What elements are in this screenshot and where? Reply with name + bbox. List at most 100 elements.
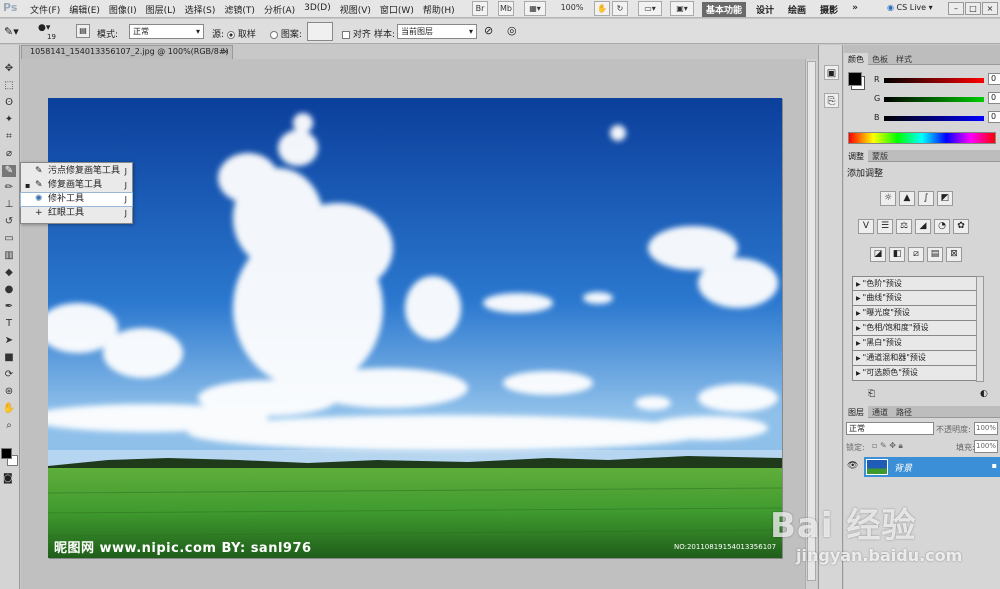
black-white-icon[interactable]: ◢ [915,219,931,234]
menu-help[interactable]: 帮助(H) [423,3,455,16]
exposure-icon[interactable]: ◩ [937,191,953,206]
scrollbar-thumb[interactable] [807,61,816,581]
photo-filter-icon[interactable]: ◔ [934,219,950,234]
quick-mask-icon[interactable]: ◙ [3,473,13,484]
preset-selective-color[interactable]: "可选颜色"预设 [852,366,977,381]
bridge-button[interactable]: Br [472,1,488,16]
type-tool-icon[interactable]: T [2,318,16,330]
vertical-scrollbar[interactable] [805,59,817,589]
fill-value[interactable]: 100% [974,440,998,453]
cs-live-button[interactable]: ◉ CS Live ▾ [887,3,933,12]
source-pattern-radio[interactable]: 图案: [270,27,302,40]
minibridge-panel-icon[interactable]: ▣ [824,65,839,80]
channel-mixer-icon[interactable]: ✿ [953,219,969,234]
foreground-color-swatch[interactable] [1,448,12,459]
workspace-design[interactable]: 设计 [752,2,778,17]
eraser-tool-icon[interactable]: ▭ [2,233,16,245]
zoom-tool-icon[interactable]: ⌕ [2,420,16,432]
quick-select-tool-icon[interactable]: ✦ [2,114,16,126]
menu-layer[interactable]: 图层(L) [146,3,176,16]
history-panel-icon[interactable]: ⎘ [824,93,839,108]
tab-swatches[interactable]: 色板 [868,53,892,66]
tab-masks[interactable]: 蒙版 [868,150,892,163]
tab-channels[interactable]: 通道 [868,406,892,419]
sample-select[interactable]: 当前图层 [397,24,477,39]
color-balance-icon[interactable]: ⚖ [896,219,912,234]
brightness-icon[interactable]: ☼ [880,191,896,206]
panel-dock-header[interactable] [844,45,1000,53]
levels-icon[interactable]: ▲ [899,191,915,206]
flyout-patch-tool[interactable]: ✺ 修补工具 J [20,192,133,207]
gradient-map-icon[interactable]: ▤ [927,247,943,262]
menu-image[interactable]: 图像(I) [109,3,137,16]
dodge-tool-icon[interactable]: ● [2,284,16,296]
threshold-icon[interactable]: ⧄ [908,247,924,262]
presets-scrollbar[interactable] [976,276,984,382]
minimize-button[interactable]: – [948,2,964,15]
shape-tool-icon[interactable]: ■ [2,352,16,364]
adjust-options-icon[interactable]: ◐ [980,389,988,399]
preset-hue-sat[interactable]: "色相/饱和度"预设 [852,321,977,336]
move-tool-icon[interactable]: ✥ [2,63,16,75]
tab-paths[interactable]: 路径 [892,406,916,419]
pattern-swatch[interactable] [307,22,333,41]
workspace-essentials[interactable]: 基本功能 [702,2,747,17]
workspace-photography[interactable]: 摄影 [816,2,842,17]
pressure-icon[interactable]: ◎ [507,24,517,37]
close-button[interactable]: × [982,2,998,15]
brush-mode-icon[interactable]: ▤ [76,24,90,38]
menu-filter[interactable]: 滤镜(T) [224,3,255,16]
red-value[interactable]: 0 [988,73,1000,85]
aligned-checkbox[interactable]: 对齐 [342,27,371,40]
ignore-adjustment-icon[interactable]: ⊘ [484,24,493,37]
view-extras-button[interactable]: ▦▾ [524,1,546,16]
flyout-red-eye[interactable]: + 红眼工具 J [21,207,132,220]
marquee-tool-icon[interactable]: ⬚ [2,80,16,92]
tab-adjustments[interactable]: 调整 [844,150,868,163]
menu-window[interactable]: 窗口(W) [380,3,414,16]
preset-curves[interactable]: "曲线"预设 [852,291,977,306]
vibrance-icon[interactable]: V [858,219,874,234]
invert-icon[interactable]: ◪ [870,247,886,262]
crop-tool-icon[interactable]: ⌗ [2,131,16,143]
color-spectrum[interactable] [848,132,996,144]
workspace-painting[interactable]: 绘画 [784,2,810,17]
tab-styles[interactable]: 样式 [892,53,916,66]
minibridge-button[interactable]: Mb [498,1,514,16]
layer-visibility-icon[interactable]: 👁︎ [847,461,858,471]
source-sampled-radio[interactable]: 取样 [227,27,256,40]
mode-select[interactable]: 正常 [129,24,204,39]
menu-file[interactable]: 文件(F) [30,3,60,16]
blur-tool-icon[interactable]: ◆ [2,267,16,279]
close-document-icon[interactable]: × [222,46,229,58]
hand-tool-icon[interactable]: ✋ [2,403,16,415]
path-select-tool-icon[interactable]: ➤ [2,335,16,347]
tab-layers[interactable]: 图层 [844,406,868,419]
lasso-tool-icon[interactable]: ʘ [2,97,16,109]
layer-row-background[interactable]: 背景 ▪ [864,457,1000,477]
document-tab[interactable]: 1058141_154013356107_2.jpg @ 100%(RGB/8#… [21,45,233,59]
rotate-view-button[interactable]: ↻ [612,1,628,16]
restore-button[interactable]: □ [965,2,981,15]
menu-select[interactable]: 选择(S) [185,3,216,16]
history-brush-tool-icon[interactable]: ↺ [2,216,16,228]
green-value[interactable]: 0 [988,92,1000,104]
clone-stamp-tool-icon[interactable]: ⊥ [2,199,16,211]
healing-brush-tool-icon[interactable]: ✎ [2,165,16,177]
brush-picker[interactable]: ●▾ [38,23,50,33]
zoom-level[interactable]: 100% [557,1,587,16]
eyedropper-tool-icon[interactable]: ⌀ [2,148,16,160]
3d-rotate-tool-icon[interactable]: ⟳ [2,369,16,381]
return-adjust-icon[interactable]: ⎗ [868,389,875,399]
3d-orbit-tool-icon[interactable]: ⊛ [2,386,16,398]
workspace-more[interactable]: » [848,2,862,17]
preset-channel-mixer[interactable]: "通道混和器"预设 [852,351,977,366]
menu-view[interactable]: 视图(V) [340,3,371,16]
hand-button[interactable]: ✋ [594,1,610,16]
lock-icons[interactable]: ▫ ✎ ✥ 🔒︎ [872,441,903,451]
preset-exposure[interactable]: "曝光度"预设 [852,306,977,321]
arrange-docs-button[interactable]: ▭▾ [638,1,662,16]
tool-preset-icon[interactable]: ✎▾ [4,25,19,38]
pen-tool-icon[interactable]: ✒ [2,301,16,313]
menu-analysis[interactable]: 分析(A) [264,3,295,16]
